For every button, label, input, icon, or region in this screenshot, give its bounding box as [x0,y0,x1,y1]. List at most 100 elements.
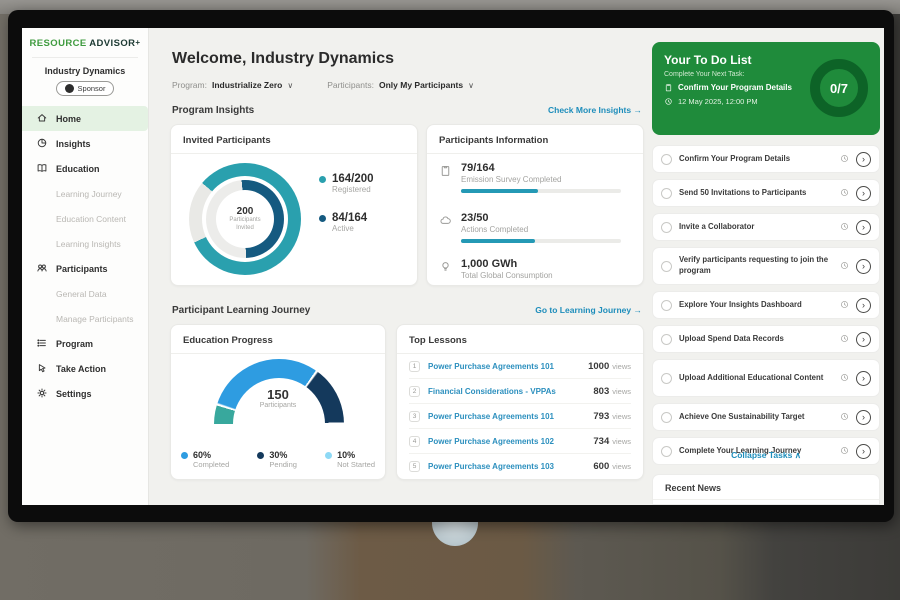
lesson-rank: 1 [409,361,420,372]
checkbox-circle[interactable] [661,300,672,311]
program-filter-value: Industrialize Zero [212,80,282,90]
card-title: Education Progress [171,325,385,354]
education-progress-card: Education Progress 150 Participants 60% … [170,324,386,480]
take-action-icon [36,362,48,376]
lesson-row[interactable]: 5 Power Purchase Agreements 103 600 view… [409,454,631,479]
sponsor-badge-label: Sponsor [78,84,106,93]
lesson-row[interactable]: 2 Financial Considerations - VPPAs 803 v… [409,379,631,404]
todo-item[interactable]: Achieve One Sustainability Target › [652,403,880,431]
sidebar-item-manage-participants[interactable]: Manage Participants [22,306,148,331]
check-more-insights-link[interactable]: Check More Insights → [548,105,642,116]
todo-due-label: 12 May 2025, 12:00 PM [678,97,758,106]
sidebar-item-home[interactable]: Home [22,106,148,131]
todo-item[interactable]: Verify participants requesting to join t… [652,247,880,285]
collapse-tasks-link[interactable]: Collapse Tasks ∧ [652,450,880,461]
progress-bar [461,189,621,193]
checkbox-circle[interactable] [661,222,672,233]
legend-value: 60% [193,450,229,460]
sidebar-item-program[interactable]: Program [22,331,148,356]
lesson-link[interactable]: Financial Considerations - VPPAs [428,387,593,396]
arrow-right-icon: → [634,105,643,115]
sidebar-item-label: Program [56,339,93,349]
chevron-right-button[interactable]: › [856,220,871,235]
chevron-right-button[interactable]: › [856,371,871,386]
sidebar-item-insights[interactable]: Insights [22,131,148,156]
lesson-link[interactable]: Power Purchase Agreements 101 [428,362,588,371]
todo-item[interactable]: Confirm Your Program Details › [652,145,880,173]
monitor-bezel: RESOURCE ADVISOR+ Industry Dynamics Spon… [8,10,894,522]
gauge-center-label: Participants [171,402,385,409]
todo-item[interactable]: Send 50 Invitations to Participants › [652,179,880,207]
home-icon [36,112,48,126]
lesson-views: 600 [593,461,609,472]
page-title: Welcome, Industry Dynamics [172,50,394,68]
go-to-learning-journey-link[interactable]: Go to Learning Journey → [535,305,642,316]
chevron-down-icon: ∨ [468,81,474,90]
legend-registered: 164/200 Registered [319,173,374,194]
clock-icon [840,184,849,202]
lesson-views-suffix: views [612,462,631,471]
todo-item[interactable]: Upload Additional Educational Content › [652,359,880,397]
checkbox-circle[interactable] [661,154,672,165]
sidebar-item-learning-journey[interactable]: Learning Journey [22,181,148,206]
checkbox-circle[interactable] [661,188,672,199]
clock-icon [664,97,673,106]
todo-item-label: Achieve One Sustainability Target [679,412,833,423]
lesson-row[interactable]: 3 Power Purchase Agreements 101 793 view… [409,404,631,429]
lesson-link[interactable]: Power Purchase Agreements 102 [428,437,593,446]
chevron-right-button[interactable]: › [856,259,871,274]
sidebar-item-education-content[interactable]: Education Content [22,206,148,231]
lesson-link[interactable]: Power Purchase Agreements 101 [428,412,593,421]
legend-active: 84/164 Active [319,212,374,233]
checkbox-circle[interactable] [661,334,672,345]
legend-label: Registered [332,185,374,194]
checkbox-circle[interactable] [661,412,672,423]
legend-dot [257,452,264,459]
legend-label: Not Started [337,460,375,469]
legend-dot [181,452,188,459]
todo-item[interactable]: Upload Spend Data Records › [652,325,880,353]
program-insights-header: Program Insights Check More Insights → [168,105,644,116]
sidebar-item-take-action[interactable]: Take Action [22,356,148,381]
lesson-row[interactable]: 1 Power Purchase Agreements 101 1000 vie… [409,354,631,379]
todo-item-label: Confirm Your Program Details [679,154,833,165]
sponsor-badge[interactable]: Sponsor [56,81,114,96]
chevron-right-button[interactable]: › [856,410,871,425]
todo-list: Confirm Your Program Details › Send 50 I… [652,145,880,465]
chevron-right-button[interactable]: › [856,298,871,313]
legend-dot [319,176,326,183]
todo-item[interactable]: Explore Your Insights Dashboard › [652,291,880,319]
legend-label: Completed [193,460,229,469]
chevron-right-button[interactable]: › [856,186,871,201]
sidebar-item-education[interactable]: Education [22,156,148,181]
sidebar-item-label: Participants [56,264,108,274]
legend-completed: 60% Completed [181,450,229,469]
lesson-link[interactable]: Power Purchase Agreements 103 [428,462,593,471]
chevron-up-icon: ∧ [795,450,801,460]
divider [32,57,138,58]
sidebar-item-general-data[interactable]: General Data [22,281,148,306]
clock-icon [840,330,849,348]
checkbox-circle[interactable] [661,373,672,384]
filter-bar: Program: Industrialize Zero ∨ Participan… [172,80,474,90]
legend-pending: 30% Pending [257,450,297,469]
sidebar-item-learning-insights[interactable]: Learning Insights [22,231,148,256]
education-icon [36,162,48,176]
program-filter[interactable]: Program: Industrialize Zero ∨ [172,80,293,90]
sidebar-item-participants[interactable]: Participants [22,256,148,281]
legend-not-started: 10% Not Started [325,450,375,469]
lesson-row[interactable]: 4 Power Purchase Agreements 102 734 view… [409,429,631,454]
chevron-right-button[interactable]: › [856,332,871,347]
sidebar-item-label: Take Action [56,364,106,374]
lesson-views-suffix: views [612,387,631,396]
sidebar-item-settings[interactable]: Settings [22,381,148,406]
participants-filter[interactable]: Participants: Only My Participants ∨ [327,80,474,90]
todo-item[interactable]: Invite a Collaborator › [652,213,880,241]
chevron-right-button[interactable]: › [856,152,871,167]
clock-icon [840,296,849,314]
sidebar-item-label: Learning Insights [56,239,121,249]
checkbox-circle[interactable] [661,261,672,272]
link-label: Go to Learning Journey [535,305,631,315]
info-value: 79/164 [461,162,621,174]
sidebar-item-label: Learning Journey [56,189,122,199]
